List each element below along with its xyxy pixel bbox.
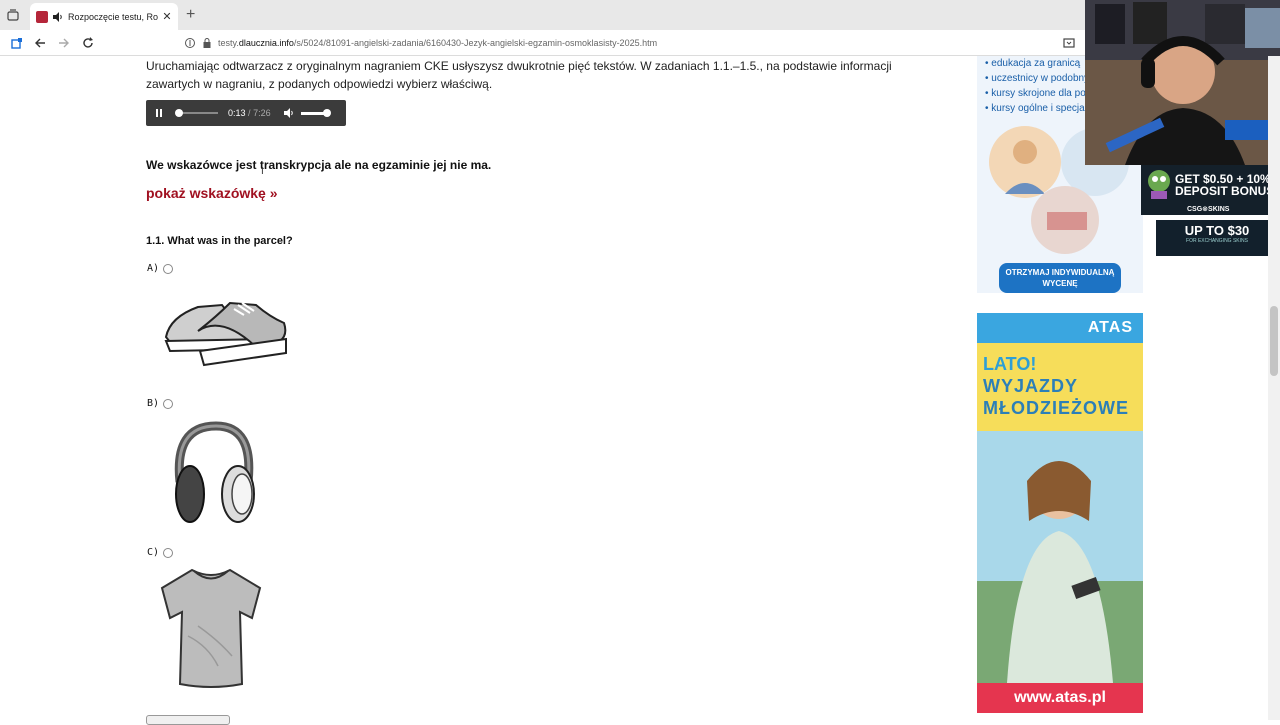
pause-icon[interactable] xyxy=(154,108,164,118)
tab-close-icon[interactable]: ✕ xyxy=(162,10,172,23)
volume-handle[interactable] xyxy=(322,108,331,117)
next-button[interactable] xyxy=(146,715,230,725)
ad-atas-headline-2: MŁODZIEŻOWE xyxy=(983,398,1129,418)
task-instructions: Uruchamiając odtwarzacz z oryginalnym na… xyxy=(146,59,892,91)
reader-view-icon[interactable] xyxy=(1062,36,1076,50)
ad-quote-button[interactable]: OTRZYMAJ INDYWIDUALNĄ WYCENĘ xyxy=(999,263,1121,293)
scrollbar-thumb[interactable] xyxy=(1270,306,1278,376)
url-text: testy.dlaucznia.info/s/5024/81091-angiel… xyxy=(218,38,658,48)
tab-actions-icon[interactable] xyxy=(6,8,20,22)
seek-handle[interactable] xyxy=(175,109,184,117)
option-b-radio[interactable] xyxy=(163,398,174,409)
ad-atas-header: ATAS xyxy=(977,313,1143,343)
forward-icon[interactable] xyxy=(57,36,71,50)
hint-note: We wskazówce jest transkrypcja ale na eg… xyxy=(146,158,492,172)
option-b[interactable]: B) xyxy=(147,398,174,409)
tab-title: Rozpoczęcie testu, Rozwiąż xyxy=(68,11,158,22)
audio-playing-icon[interactable] xyxy=(52,11,64,23)
new-tab-button[interactable]: + xyxy=(186,6,195,24)
ad-atas-season: LATO! xyxy=(983,354,1037,374)
t-shirt-image[interactable] xyxy=(158,566,264,690)
webcam-overlay xyxy=(1085,0,1280,165)
lock-icon xyxy=(203,38,211,48)
option-c-radio[interactable] xyxy=(163,547,174,558)
promo-exchange-text: FOR EXCHANGING SKINS xyxy=(1186,238,1248,244)
test-content: Uruchamiając odtwarzacz z oryginalnym na… xyxy=(146,57,926,93)
site-info-icon[interactable] xyxy=(184,37,196,49)
option-c[interactable]: C) xyxy=(147,547,174,558)
site-favicon-icon xyxy=(36,10,48,23)
back-icon[interactable] xyxy=(33,36,47,50)
option-a-label: A) xyxy=(147,263,160,274)
address-bar[interactable]: testy.dlaucznia.info/s/5024/81091-angiel… xyxy=(178,33,1088,53)
seek-bar[interactable] xyxy=(175,109,218,117)
question-title: 1.1. What was in the parcel? xyxy=(146,235,293,247)
option-c-label: C) xyxy=(147,547,160,558)
promo-exchange-banner[interactable]: UP TO $30 FOR EXCHANGING SKINS xyxy=(1156,220,1278,256)
ad-atas-url[interactable]: www.atas.pl xyxy=(977,683,1143,713)
page-scrollbar[interactable] xyxy=(1268,56,1280,720)
ad-atas-photo xyxy=(977,431,1143,683)
ad-atas-headline-1: WYJAZDY xyxy=(983,376,1079,396)
tab-active[interactable]: Rozpoczęcie testu, Rozwiąż ✕ xyxy=(30,3,178,30)
sneakers-image[interactable] xyxy=(160,295,290,370)
promo-line-2: DEPOSIT BONUS xyxy=(1175,184,1275,198)
show-hint-link[interactable]: pokaż wskazówkę » xyxy=(146,185,278,201)
volume-icon[interactable] xyxy=(283,107,295,119)
promo-brand: CSG⊗SKINS xyxy=(1187,206,1230,213)
option-a-radio[interactable] xyxy=(163,263,174,274)
time-separator: / xyxy=(248,108,251,118)
promo-csgoskins-banner[interactable]: GET $0.50 + 10% DEPOSIT BONUS CSG⊗SKINS xyxy=(1141,165,1279,215)
workspaces-icon[interactable] xyxy=(10,36,24,50)
headphones-image[interactable] xyxy=(168,420,260,528)
text-cursor-icon: I xyxy=(261,166,264,177)
ad-atas-logo: ATAS xyxy=(1087,319,1133,336)
promo-exchange-amount: UP TO $30 xyxy=(1184,223,1250,238)
ad-atas-banner[interactable]: ATAS LATO! WYJAZDY MŁODZIEŻOWE www.atas.… xyxy=(977,313,1143,713)
option-a[interactable]: A) xyxy=(147,263,174,274)
promo-mascot-icon xyxy=(1148,170,1170,199)
current-time: 0:13 xyxy=(228,108,246,118)
volume-slider[interactable] xyxy=(300,108,331,117)
option-b-label: B) xyxy=(147,398,160,409)
reload-icon[interactable] xyxy=(81,36,95,50)
audio-player[interactable]: 0:13 / 7:26 xyxy=(146,100,346,126)
total-time: 7:26 xyxy=(253,108,271,118)
